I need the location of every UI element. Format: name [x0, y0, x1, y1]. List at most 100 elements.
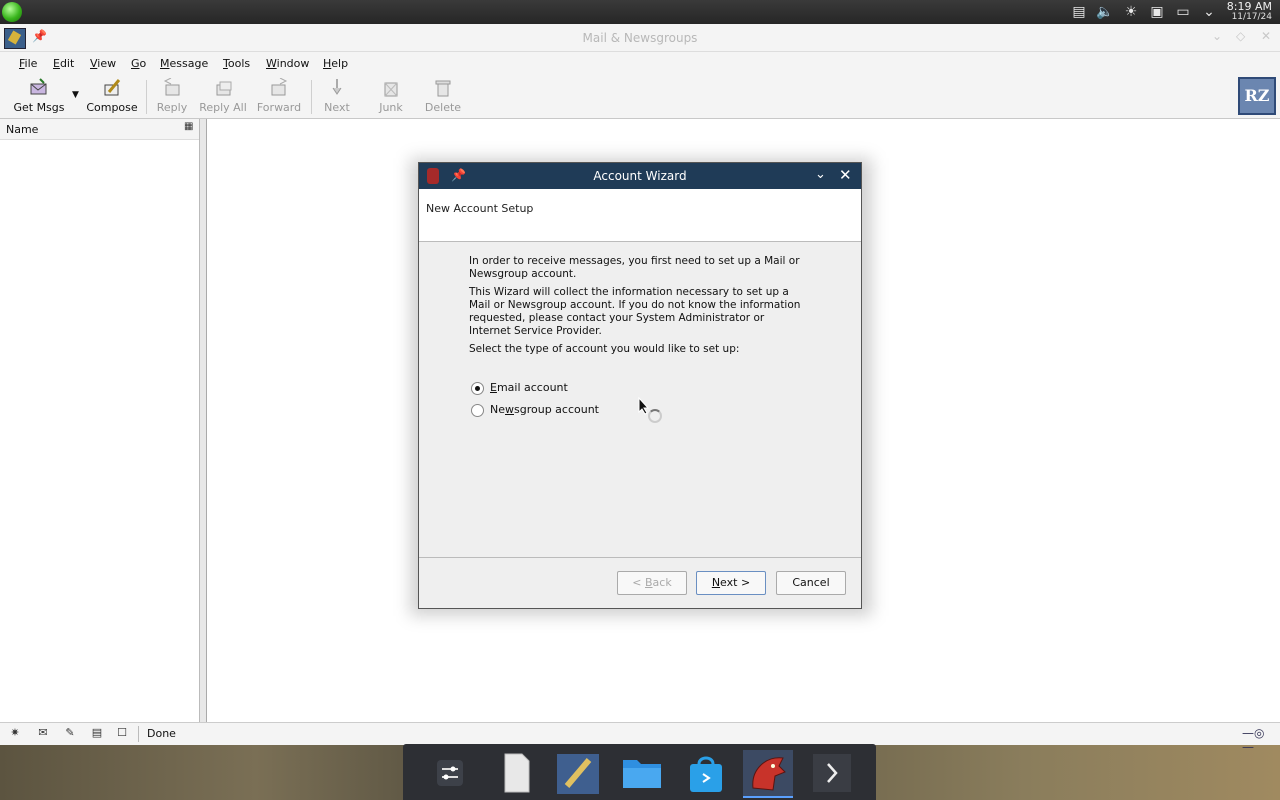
compose-button[interactable]: Compose — [86, 76, 138, 116]
select-prompt: Select the type of account you would lik… — [469, 343, 740, 355]
document-icon — [504, 753, 530, 793]
menu-edit[interactable]: Edit — [53, 57, 74, 70]
window-titlebar[interactable]: 📌 Mail & Newsgroups ⌄ ◇ ✕ — [0, 24, 1280, 52]
junk-label: Junk — [379, 101, 403, 114]
save-icon[interactable]: ▣ — [1148, 3, 1166, 21]
wizard-header: New Account Setup — [419, 189, 861, 242]
folder-pane[interactable]: Name ▦ — [0, 119, 200, 722]
forward-icon — [271, 78, 288, 96]
reply-all-label: Reply All — [199, 101, 247, 114]
volume-muted-icon[interactable]: 🔈 — [1096, 3, 1114, 21]
next-button[interactable]: Next — [318, 76, 356, 116]
menu-view[interactable]: View — [90, 57, 116, 70]
menubar: File Edit View Go Message Tools Window H… — [0, 52, 1280, 74]
reply-all-button[interactable]: Reply All — [198, 76, 248, 116]
dragon-icon — [752, 757, 786, 791]
folder-column-name[interactable]: Name — [6, 123, 38, 136]
get-msgs-button[interactable]: Get Msgs — [12, 76, 66, 116]
dialog-titlebar[interactable]: 📌 Account Wizard ⌄ ✕ — [419, 163, 861, 189]
wizard-page-heading: New Account Setup — [426, 202, 534, 215]
online-status-icon[interactable]: —◎— — [1242, 726, 1272, 754]
chatzilla-icon[interactable]: ☐ — [113, 726, 131, 741]
newsgroup-account-option[interactable]: Newsgroup account — [471, 403, 631, 418]
dialog-title: Account Wizard — [593, 169, 687, 183]
get-mail-icon — [30, 78, 47, 95]
menu-tools[interactable]: Tools — [223, 57, 250, 70]
back-button[interactable]: < Back — [617, 571, 687, 595]
settings-launcher[interactable] — [425, 750, 475, 796]
next-label: Next — [324, 101, 350, 114]
newsgroup-account-radio[interactable] — [471, 404, 484, 417]
pane-splitter[interactable] — [200, 119, 207, 722]
email-account-radio[interactable] — [471, 382, 484, 395]
newsgroup-account-label[interactable]: Newsgroup account — [490, 403, 599, 416]
reply-label: Reply — [156, 101, 188, 114]
text-editor-launcher[interactable] — [491, 750, 541, 796]
mail-compose-icon — [557, 754, 599, 794]
menu-window[interactable]: Window — [266, 57, 309, 70]
forward-button[interactable]: Forward — [254, 76, 304, 116]
cancel-button[interactable]: Cancel — [776, 571, 846, 595]
folder-pane-header: Name ▦ — [0, 119, 199, 140]
email-account-label[interactable]: Email account — [490, 381, 568, 394]
status-separator — [138, 726, 139, 742]
status-text: Done — [147, 727, 176, 740]
close-icon[interactable]: ✕ — [1261, 29, 1271, 43]
column-picker-icon[interactable]: ▦ — [184, 121, 196, 135]
reply-button[interactable]: Reply — [152, 76, 192, 116]
file-manager-launcher[interactable] — [617, 750, 667, 796]
navigator-icon[interactable]: ✷ — [6, 726, 24, 741]
clipboard-icon[interactable]: ▤ — [1070, 3, 1088, 21]
top-panel: ▤ 🔈 ☀ ▣ ▭ ⌄ 8:19 AM 11/17/24 — [0, 0, 1280, 24]
address-book-icon[interactable]: ▤ — [88, 726, 106, 741]
toolbar-separator — [146, 80, 147, 114]
email-account-option[interactable]: Email account — [471, 381, 611, 396]
status-bar: ✷ ✉ ✎ ▤ ☐ Done —◎— — [0, 722, 1280, 754]
next-button[interactable]: Next > — [696, 571, 766, 595]
forward-label: Forward — [256, 101, 302, 114]
taskbar-dock — [403, 744, 876, 800]
maximize-icon[interactable]: ◇ — [1236, 29, 1245, 43]
get-msgs-label: Get Msgs — [13, 101, 65, 114]
window-title: Mail & Newsgroups — [582, 31, 698, 45]
account-wizard-dialog: 📌 Account Wizard ⌄ ✕ New Account Setup I… — [418, 162, 862, 609]
seamonkey-launcher[interactable] — [743, 750, 793, 798]
info-paragraph: This Wizard will collect the information… — [469, 286, 801, 337]
delete-label: Delete — [424, 101, 462, 114]
clock-date[interactable]: 11/17/24 — [1212, 12, 1272, 22]
compose-icon — [104, 79, 121, 96]
brightness-icon[interactable]: ☀ — [1122, 3, 1140, 21]
reply-all-icon — [216, 81, 232, 96]
sliders-icon — [437, 760, 463, 786]
folder-icon — [623, 760, 661, 788]
toolbar: Get Msgs ▼ Compose Reply Reply All Forwa… — [0, 74, 1280, 119]
store-launcher[interactable] — [681, 750, 731, 796]
minimize-icon[interactable]: ⌄ — [1212, 29, 1222, 43]
mail-editor-launcher[interactable] — [553, 750, 603, 796]
busy-indicator-icon — [648, 409, 662, 423]
menu-help[interactable]: Help — [323, 57, 348, 70]
menu-message[interactable]: Message — [160, 57, 208, 70]
chevron-right-icon — [813, 754, 851, 792]
close-icon[interactable]: ✕ — [839, 166, 852, 184]
menu-file[interactable]: File — [19, 57, 37, 70]
minimize-icon[interactable]: ⌄ — [815, 167, 826, 182]
compose-label: Compose — [86, 101, 138, 114]
start-menu-button[interactable] — [2, 2, 22, 22]
mail-icon[interactable]: ✉ — [34, 726, 52, 741]
menu-go[interactable]: Go — [131, 57, 146, 70]
junk-icon — [384, 82, 398, 97]
get-msgs-dropdown-icon[interactable]: ▼ — [72, 90, 79, 100]
delete-icon — [435, 80, 451, 97]
display-icon[interactable]: ▭ — [1174, 3, 1192, 21]
toolbar-separator — [311, 80, 312, 114]
composer-icon[interactable]: ✎ — [61, 726, 79, 741]
more-apps-launcher[interactable] — [807, 750, 857, 796]
shopping-bag-icon — [690, 756, 722, 792]
delete-button[interactable]: Delete — [422, 76, 464, 116]
reply-icon — [163, 78, 180, 96]
intro-paragraph: In order to receive messages, you first … — [469, 255, 800, 280]
next-icon — [332, 79, 342, 95]
junk-button[interactable]: Junk — [372, 76, 410, 116]
brand-logo: RZ — [1238, 77, 1276, 115]
